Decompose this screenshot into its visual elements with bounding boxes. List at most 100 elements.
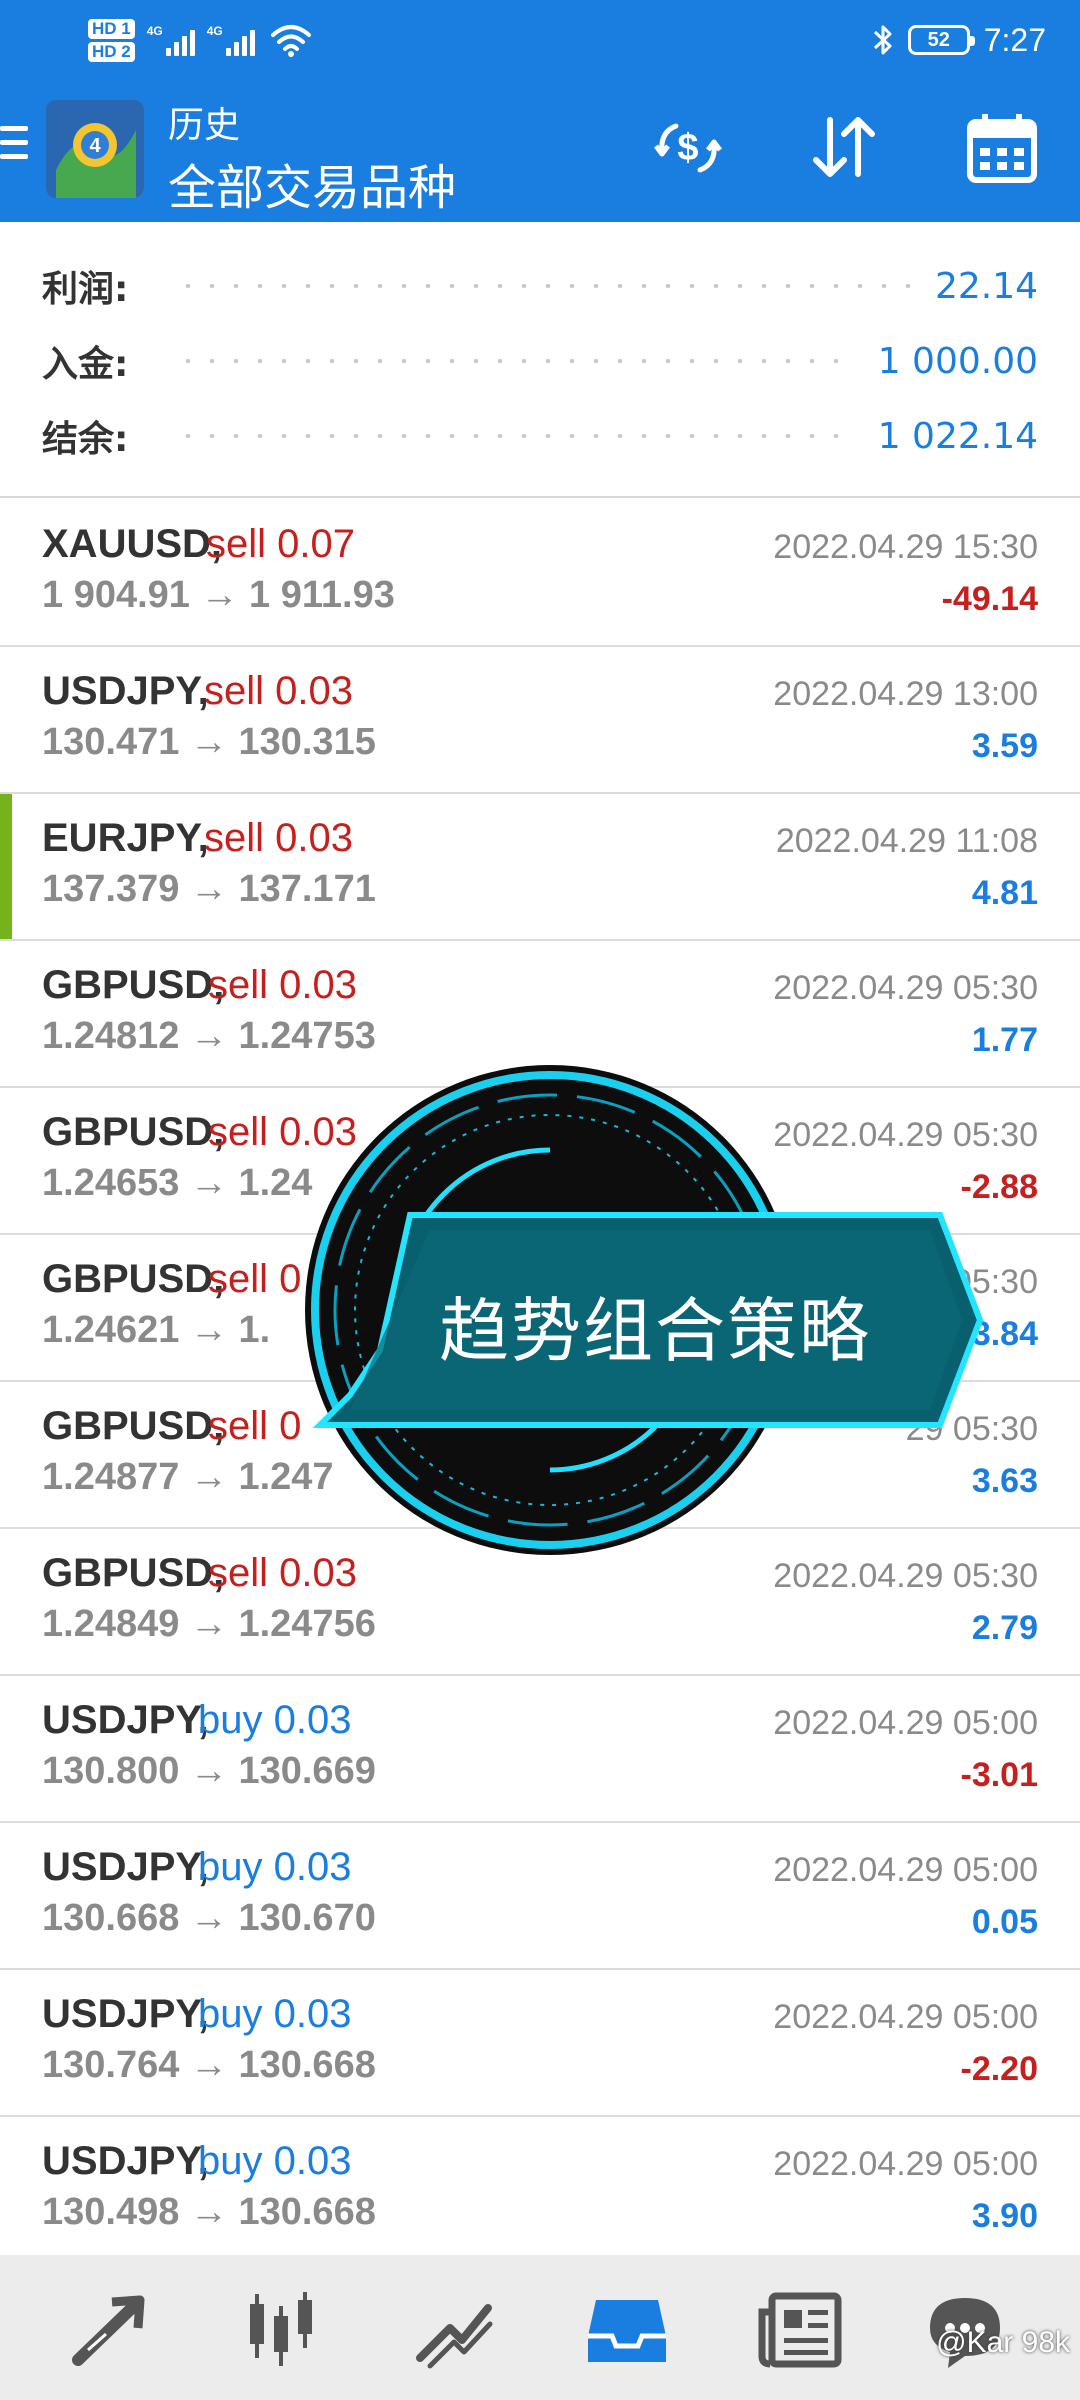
trade-prices: 1.24653 → 1.24 (42, 1162, 313, 1204)
app-header: HD 1 HD 2 4G 4G 52 7:27 4 历史 全部交易品种 $ (0, 0, 1080, 222)
trade-row[interactable]: EURJPY, sell 0.03 137.379 → 137.171 2022.04… (0, 794, 1080, 941)
trade-time: 2022.04.29 05:00 (773, 1998, 1038, 2036)
trade-time: 2022.04.29 05:30 (773, 1116, 1038, 1154)
svg-text:4: 4 (89, 135, 101, 157)
trade-profit: -2.88 (960, 1168, 1039, 1206)
app-logo: 4 (46, 100, 144, 198)
balance-label: 结余: (42, 419, 129, 460)
trade-prices: 137.379 → 137.171 (42, 868, 376, 910)
trade-side: sell 0 (208, 1404, 302, 1448)
bluetooth-icon (873, 25, 892, 55)
status-right: 52 7:27 (872, 12, 1046, 68)
trade-profit: 3.59 (971, 727, 1038, 765)
trade-row[interactable]: USDJPY, buy 0.03 130.668 → 130.670 2022.04.… (0, 1823, 1080, 1970)
profit-row: 利润: 22.14 (42, 256, 1038, 316)
trade-row[interactable]: XAUUSD, sell 0.07 1 904.91 → 1 911.93 2022.… (0, 500, 1080, 647)
signal-icon: 4G (147, 24, 195, 56)
balance-value: 1 022.14 (877, 415, 1038, 457)
trade-side: sell 0.03 (208, 1551, 357, 1595)
trade-side: buy 0.03 (198, 1845, 352, 1889)
sort-icon[interactable] (804, 108, 884, 188)
trade-row[interactable]: GBPUSD, sell 0.03 1.24812 → 1.24753 2022.04… (0, 941, 1080, 1088)
page-title[interactable]: 全部交易品种 (168, 148, 456, 218)
clock: 7:27 (983, 21, 1046, 58)
trade-side: sell 0.03 (208, 1110, 357, 1154)
news-icon[interactable] (756, 2290, 846, 2370)
battery-level: 52 (927, 28, 950, 51)
trade-symbol: GBPUSD, (42, 1404, 225, 1448)
chart-line-icon[interactable] (410, 2290, 500, 2370)
trade-profit: -49.14 (941, 580, 1038, 618)
dotted-leader (176, 284, 911, 288)
svg-text:$: $ (677, 127, 698, 169)
trade-profit: 3.63 (971, 1462, 1038, 1500)
trade-arrow-icon[interactable] (66, 2290, 156, 2370)
profit-label: 利润: (42, 269, 129, 310)
trade-profit: -3.01 (960, 1756, 1039, 1794)
trade-symbol: GBPUSD, (42, 1257, 225, 1301)
profit-value: 22.14 (934, 265, 1038, 307)
trade-profit: 1.77 (971, 1021, 1038, 1059)
trade-prices: 130.668 → 130.670 (42, 1897, 376, 1939)
trade-side: sell 0.03 (204, 669, 353, 713)
trade-profit: 3.84 (971, 1315, 1038, 1353)
trade-prices: 1.24877 → 1.247 (42, 1456, 334, 1498)
trade-symbol: USDJPY, (42, 1698, 209, 1742)
status-bar: HD 1 HD 2 4G 4G 52 7:27 (0, 0, 1080, 80)
trade-side: buy 0.03 (198, 1698, 352, 1742)
trade-prices: 1.24621 → 1. (42, 1309, 271, 1351)
dotted-leader (176, 434, 854, 438)
trade-symbol: USDJPY, (42, 1845, 209, 1889)
deposit-value: 1 000.00 (877, 340, 1038, 382)
trade-profit: 3.90 (971, 2197, 1038, 2235)
trade-profit: 4.81 (971, 874, 1038, 912)
trade-side: sell 0.03 (208, 963, 357, 1007)
trade-row[interactable]: USDJPY, sell 0.03 130.471 → 130.315 2022.04… (0, 647, 1080, 794)
trade-row[interactable]: GBPUSD, sell 0 1.24877 → 1.247 29 05:30 3.63 (0, 1382, 1080, 1529)
dotted-leader (176, 359, 854, 363)
trade-row[interactable]: GBPUSD, sell 0.03 1.24653 → 1.24 2022.04.29… (0, 1088, 1080, 1235)
trade-prices: 130.800 → 130.669 (42, 1750, 376, 1792)
trade-prices: 1.24849 → 1.24756 (42, 1603, 376, 1645)
bottom-nav: @Kar 98k (0, 2255, 1080, 2400)
watermark: @Kar 98k (936, 2326, 1070, 2359)
trade-time: 2022.04.29 05:00 (773, 1851, 1038, 1889)
trade-time: 2022.04.29 13:00 (773, 675, 1038, 713)
hd1-badge: HD 1 (88, 18, 135, 39)
trade-prices: 1 904.91 → 1 911.93 (42, 574, 395, 616)
calendar-icon[interactable] (962, 108, 1042, 188)
trade-symbol: GBPUSD, (42, 1551, 225, 1595)
trade-row[interactable]: USDJPY, buy 0.03 130.498 → 130.668 2022.04.… (0, 2117, 1080, 2264)
toolbar: 4 历史 全部交易品种 $ (0, 88, 1080, 216)
trade-prices: 130.471 → 130.315 (42, 721, 376, 763)
trade-row[interactable]: GBPUSD, sell 0 1.24621 → 1. 05:30 3.84 (0, 1235, 1080, 1382)
trade-side: buy 0.03 (198, 1992, 352, 2036)
trade-prices: 130.498 → 130.668 (42, 2191, 376, 2233)
trade-symbol: XAUUSD, (42, 522, 223, 566)
deposit-label: 入金: (42, 344, 129, 385)
trade-profit: 2.79 (971, 1609, 1038, 1647)
hd2-badge: HD 2 (88, 41, 135, 62)
trade-time: 2022.04.29 15:30 (773, 528, 1038, 566)
account-summary: 利润: 22.14 入金: 1 000.00 结余: 1 022.14 (0, 222, 1080, 498)
trade-row[interactable]: USDJPY, buy 0.03 130.800 → 130.669 2022.04.… (0, 1676, 1080, 1823)
exchange-dollar-icon[interactable]: $ (648, 108, 728, 188)
metatrader-logo: 4 (46, 100, 144, 198)
trade-row[interactable]: USDJPY, buy 0.03 130.764 → 130.668 2022.04.… (0, 1970, 1080, 2117)
trade-symbol: GBPUSD, (42, 963, 225, 1007)
trade-symbol: USDJPY, (42, 669, 209, 713)
trade-symbol: USDJPY, (42, 1992, 209, 2036)
trade-side: sell 0.03 (204, 816, 353, 860)
trade-profit: -2.20 (960, 2050, 1039, 2088)
signal-icon: 4G (207, 24, 255, 56)
trade-row[interactable]: GBPUSD, sell 0.03 1.24849 → 1.24756 2022.04… (0, 1529, 1080, 1676)
candles-icon[interactable] (236, 2290, 326, 2370)
trade-symbol: USDJPY, (42, 2139, 209, 2183)
inbox-icon[interactable] (582, 2290, 672, 2370)
menu-icon[interactable] (0, 126, 30, 166)
trade-list: XAUUSD, sell 0.07 1 904.91 → 1 911.93 2022.… (0, 500, 1080, 2264)
trade-time: 2022.04.29 11:08 (775, 822, 1038, 860)
trade-time: 2022.04.29 05:30 (773, 969, 1038, 1007)
trade-prices: 130.764 → 130.668 (42, 2044, 376, 2086)
battery-icon: 52 (907, 25, 975, 55)
